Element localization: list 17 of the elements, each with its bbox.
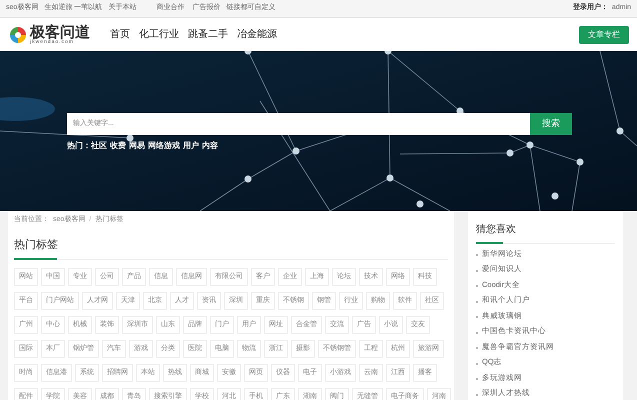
nav-link[interactable]: 首页 xyxy=(110,27,130,42)
logo-text: 极客问道 xyxy=(30,24,90,40)
hot-label: 热门： xyxy=(67,140,91,152)
column-button[interactable]: 文章专栏 xyxy=(579,26,629,44)
section-title: 热门标签 xyxy=(14,239,58,251)
hot-link[interactable]: 网易 xyxy=(129,140,145,152)
sidebar-title: 猜您喜欢 xyxy=(476,224,516,235)
nav-link[interactable]: 跳蚤二手 xyxy=(188,27,228,42)
hot-link[interactable]: 收费 xyxy=(110,140,126,152)
hot-link[interactable]: 内容 xyxy=(202,140,218,152)
nav-link[interactable]: 冶金能源 xyxy=(237,27,277,42)
search-button[interactable]: 搜索 xyxy=(530,113,572,135)
hot-link[interactable]: 网络游戏 xyxy=(148,140,180,152)
hot-link[interactable]: 社区 xyxy=(91,140,107,152)
logo-icon xyxy=(8,24,28,44)
hot-link[interactable]: 用户 xyxy=(183,140,199,152)
nav-link[interactable]: 化工行业 xyxy=(139,27,179,42)
